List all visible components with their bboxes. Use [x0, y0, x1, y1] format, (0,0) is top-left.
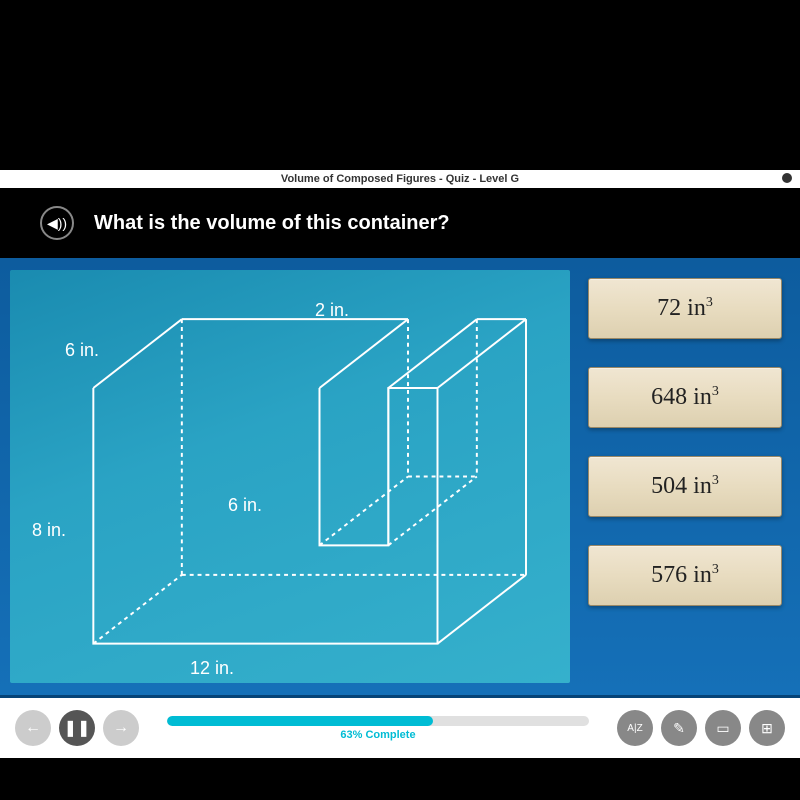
- answer-c-exp: 3: [712, 473, 719, 488]
- answer-option-b[interactable]: 648 in3: [588, 367, 782, 428]
- arrow-left-icon: ←: [25, 719, 41, 737]
- dim-depth: 6 in.: [65, 340, 99, 361]
- notepad-icon: ▭: [716, 720, 729, 737]
- answers-panel: 72 in3 648 in3 504 in3 576 in3: [570, 258, 800, 695]
- forward-button[interactable]: →: [103, 710, 139, 746]
- answer-b-exp: 3: [712, 384, 719, 399]
- progress-container: 63% Complete: [167, 716, 589, 741]
- dim-cutout-width: 2 in.: [315, 300, 349, 321]
- progress-label: 63% Complete: [167, 729, 589, 741]
- audio-button[interactable]: ◀)): [40, 206, 74, 240]
- back-button[interactable]: ←: [15, 710, 51, 746]
- page-title-text: Volume of Composed Figures - Quiz - Leve…: [281, 173, 519, 185]
- pause-button[interactable]: ❚❚: [59, 710, 95, 746]
- answer-option-d[interactable]: 576 in3: [588, 545, 782, 606]
- answer-d-exp: 3: [712, 562, 719, 577]
- answer-a-exp: 3: [706, 295, 713, 310]
- answer-b-value: 648 in: [651, 384, 712, 410]
- answer-a-value: 72 in: [657, 295, 706, 321]
- arrow-right-icon: →: [113, 719, 129, 737]
- dim-inner-height: 6 in.: [228, 495, 262, 516]
- answer-d-value: 576 in: [651, 562, 712, 588]
- pencil-icon: ✎: [673, 720, 685, 737]
- question-area: ◀)) What is the volume of this container…: [0, 188, 800, 258]
- pencil-button[interactable]: ✎: [661, 710, 697, 746]
- calculator-icon: ⊞: [761, 720, 773, 737]
- bottom-toolbar: ← ❚❚ → 63% Complete A|Z ✎ ▭ ⊞: [0, 698, 800, 758]
- glossary-button[interactable]: A|Z: [617, 710, 653, 746]
- answer-option-a[interactable]: 72 in3: [588, 278, 782, 339]
- progress-track[interactable]: [167, 716, 589, 726]
- container-shape-icon: [10, 270, 570, 683]
- az-icon: A|Z: [627, 723, 642, 734]
- notepad-button[interactable]: ▭: [705, 710, 741, 746]
- pause-icon: ❚❚: [64, 718, 91, 738]
- answer-c-value: 504 in: [651, 473, 712, 499]
- dim-left-height: 8 in.: [32, 520, 66, 541]
- dim-bottom-width: 12 in.: [190, 658, 234, 679]
- answer-option-c[interactable]: 504 in3: [588, 456, 782, 517]
- speaker-icon: ◀)): [47, 215, 67, 232]
- question-text: What is the volume of this container?: [94, 212, 450, 235]
- figure-diagram: 2 in. 6 in. 6 in. 8 in. 12 in.: [10, 270, 570, 683]
- app-container: Volume of Composed Figures - Quiz - Leve…: [0, 170, 800, 800]
- page-title-bar: Volume of Composed Figures - Quiz - Leve…: [0, 170, 800, 188]
- main-content: 2 in. 6 in. 6 in. 8 in. 12 in. 72 in3 64…: [0, 258, 800, 698]
- progress-fill: [167, 716, 433, 726]
- calculator-button[interactable]: ⊞: [749, 710, 785, 746]
